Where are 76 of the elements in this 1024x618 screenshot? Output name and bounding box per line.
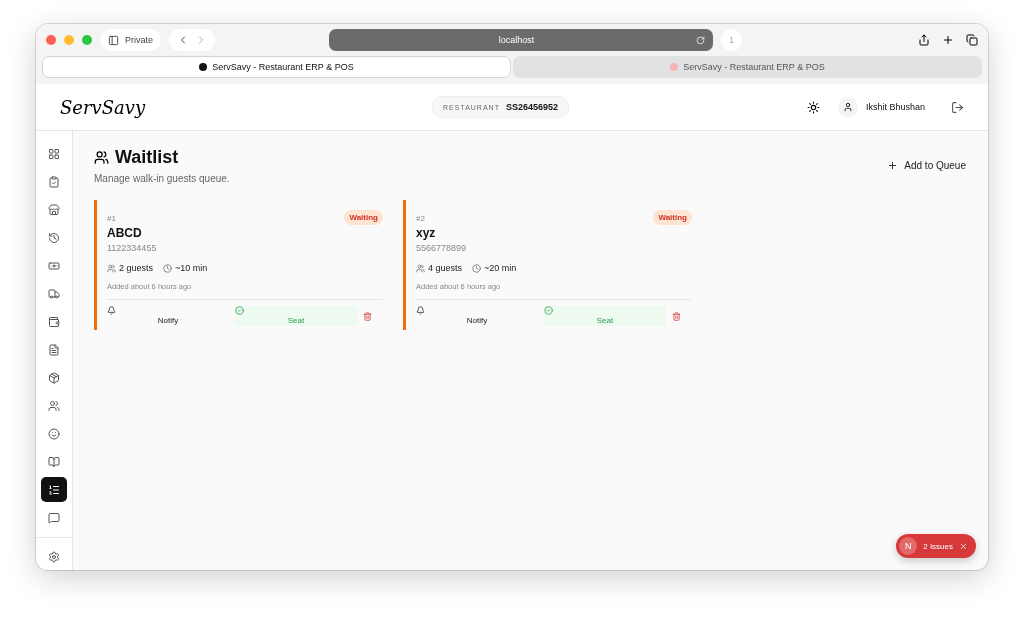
address-bar[interactable]: localhost bbox=[329, 29, 713, 51]
theme-icon[interactable] bbox=[806, 100, 820, 114]
plus-icon bbox=[887, 160, 899, 171]
users-icon bbox=[48, 399, 60, 412]
favicon-icon bbox=[199, 63, 208, 71]
package-icon bbox=[48, 371, 60, 384]
close-icon[interactable] bbox=[959, 541, 968, 551]
check-circle-icon bbox=[235, 306, 244, 315]
notify-button[interactable]: Notify bbox=[416, 306, 538, 326]
logo: ServSavy bbox=[60, 96, 147, 118]
browser-tab[interactable]: ServSavy - Restaurant ERP & POS bbox=[42, 56, 511, 78]
queue-number: #1 bbox=[107, 214, 116, 223]
restaurant-code: SS26456952 bbox=[505, 102, 558, 112]
truck-icon bbox=[48, 287, 60, 300]
dashboard-icon bbox=[48, 147, 60, 160]
guest-phone: 5566778899 bbox=[416, 243, 468, 253]
issues-label: 2 Issues bbox=[923, 541, 953, 551]
wait-time: ~10 min bbox=[175, 263, 208, 273]
status-badge: Waiting bbox=[344, 210, 383, 225]
users-icon bbox=[94, 150, 109, 165]
queue-number: #2 bbox=[416, 214, 425, 223]
wallet-icon bbox=[48, 315, 60, 328]
page-title: Waitlist bbox=[115, 147, 179, 168]
bell-icon bbox=[107, 306, 116, 315]
clock-icon bbox=[163, 263, 173, 273]
logout-icon[interactable] bbox=[951, 100, 964, 114]
settings-icon bbox=[48, 551, 60, 563]
favicon-icon bbox=[670, 63, 679, 71]
document-icon bbox=[48, 343, 60, 356]
ordered-list-icon bbox=[48, 483, 60, 496]
check-circle-icon bbox=[544, 306, 553, 315]
issues-badge[interactable]: N 2 Issues bbox=[896, 534, 976, 558]
clipboard-check-icon bbox=[48, 175, 60, 188]
guest-name: ABCD bbox=[107, 226, 143, 240]
seat-button[interactable]: Seat bbox=[235, 306, 357, 326]
user-icon bbox=[842, 102, 853, 112]
trash-icon bbox=[672, 311, 681, 321]
store-icon bbox=[48, 203, 60, 216]
banknote-icon bbox=[48, 259, 60, 272]
reload-icon[interactable] bbox=[696, 35, 705, 45]
clock-icon bbox=[472, 263, 482, 273]
trash-icon bbox=[363, 311, 372, 321]
guest-phone: 1122334455 bbox=[107, 243, 158, 253]
sidebar-item[interactable] bbox=[41, 477, 67, 503]
guests-icon bbox=[107, 263, 116, 273]
delete-button[interactable] bbox=[672, 311, 681, 321]
status-badge: Waiting bbox=[653, 210, 692, 225]
sidebar-icon bbox=[108, 34, 119, 46]
user-name: Ikshit Bhushan bbox=[865, 102, 925, 112]
history-icon bbox=[48, 231, 60, 244]
page-subtitle: Manage walk-in guests queue. bbox=[94, 173, 231, 184]
tab-title: ServSavy - Restaurant ERP & POS bbox=[683, 62, 825, 72]
n-logo: N bbox=[899, 537, 918, 555]
close-icon[interactable] bbox=[46, 35, 56, 45]
add-to-queue-button[interactable]: Add to Queue bbox=[881, 159, 972, 172]
seat-button[interactable]: Seat bbox=[544, 306, 666, 326]
wait-time: ~20 min bbox=[484, 263, 517, 273]
new-tab-icon[interactable] bbox=[942, 34, 954, 46]
user-avatar[interactable] bbox=[837, 97, 858, 117]
maximize-icon[interactable] bbox=[82, 35, 92, 45]
guest-count: 4 guests bbox=[428, 263, 463, 273]
message-icon bbox=[48, 511, 60, 524]
share-icon[interactable] bbox=[918, 34, 930, 46]
tab-title: ServSavy - Restaurant ERP & POS bbox=[212, 62, 354, 72]
guest-count: 2 guests bbox=[119, 263, 154, 273]
book-icon bbox=[48, 455, 60, 468]
notify-button[interactable]: Notify bbox=[107, 306, 229, 326]
smiley-icon bbox=[48, 427, 60, 440]
bell-icon bbox=[416, 306, 425, 315]
delete-button[interactable] bbox=[363, 311, 372, 321]
url-text: localhost bbox=[498, 35, 535, 45]
private-button[interactable]: Private bbox=[100, 29, 161, 51]
guest-name: xyz bbox=[416, 226, 437, 240]
guests-icon bbox=[416, 263, 425, 273]
tabs-icon[interactable] bbox=[966, 34, 978, 46]
browser-tab[interactable]: ServSavy - Restaurant ERP & POS bbox=[513, 56, 982, 78]
